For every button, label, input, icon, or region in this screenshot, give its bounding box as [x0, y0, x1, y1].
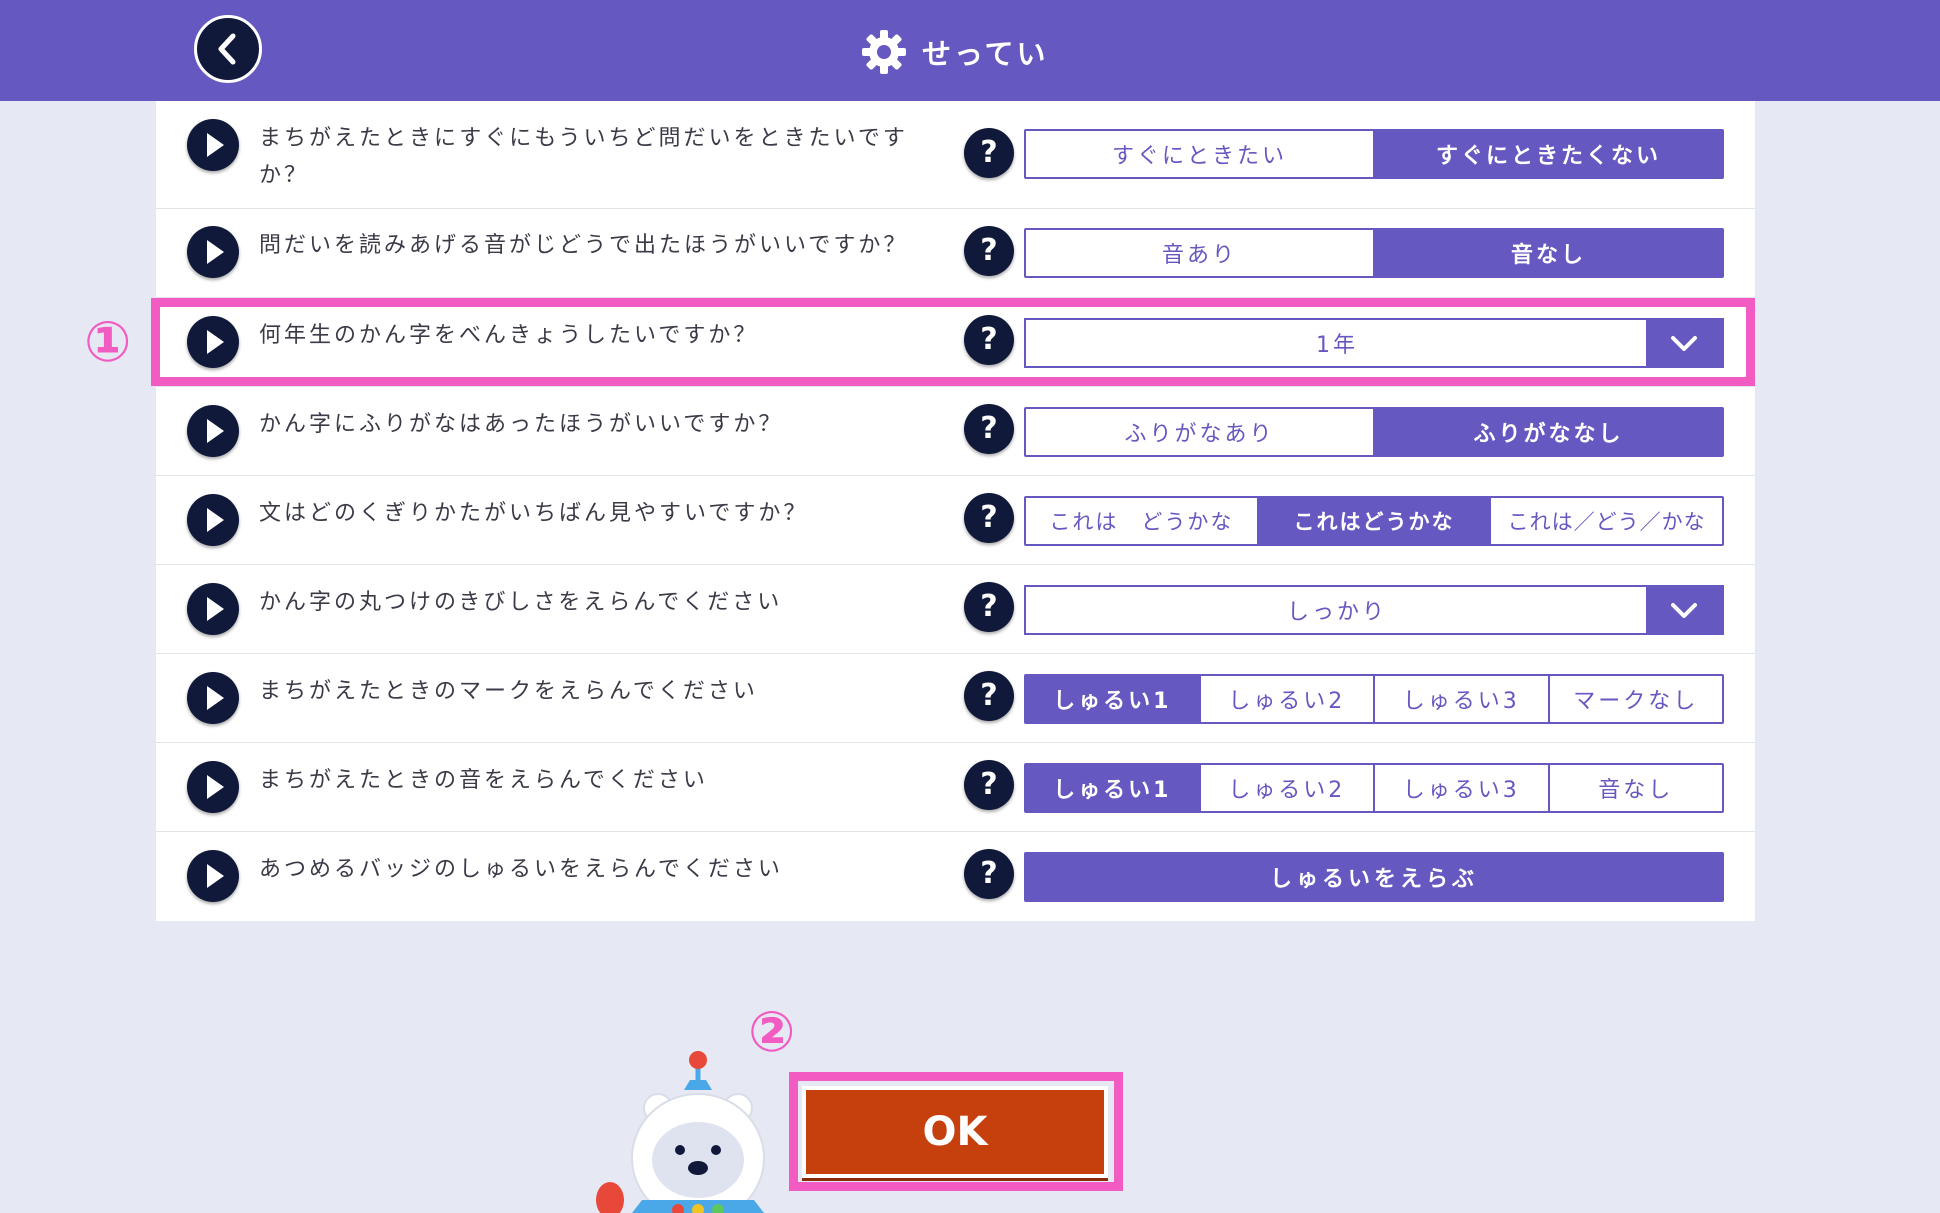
page-title: せってい	[922, 37, 1049, 71]
settings-row: かん字にふりがなはあったほうがいいですか？ ? ふりがなあり ふりがななし	[156, 387, 1755, 476]
play-audio-button[interactable]	[187, 672, 239, 724]
settings-row: 文はどのくぎりかたがいちばん見やすいですか？ ? これは どうかな これはどうか…	[156, 476, 1755, 565]
question-text: あつめるバッジのしゅるいをえらんでください	[259, 857, 783, 882]
back-arrow-icon	[218, 33, 236, 65]
option-slash-separated[interactable]: これは／どう／かな	[1489, 498, 1722, 544]
option-mark-type-3[interactable]: しゅるい3	[1373, 676, 1548, 722]
settings-row: まちがえたときの音をえらんでください ? しゅるい1 しゅるい2 しゅるい3 音…	[156, 743, 1755, 832]
question-text: まちがえたときの音をえらんでください	[259, 768, 708, 793]
play-audio-button[interactable]	[187, 405, 239, 457]
grade-dropdown-value: 1年	[1316, 333, 1358, 358]
option-no-mark[interactable]: マークなし	[1547, 676, 1723, 722]
auto-audio-selector: 音あり 音なし	[1024, 228, 1724, 278]
option-sound-type-1[interactable]: しゅるい1	[1026, 765, 1199, 811]
option-no-separator[interactable]: これはどうかな	[1256, 498, 1490, 544]
play-icon	[207, 133, 224, 157]
play-audio-button[interactable]	[187, 583, 239, 635]
option-sound-on[interactable]: 音あり	[1026, 230, 1373, 276]
play-audio-button[interactable]	[187, 494, 239, 546]
question-text: 何年生のかん字をべんきょうしたいですか？	[259, 323, 759, 348]
help-button[interactable]: ?	[964, 760, 1014, 810]
callout-number-1: ①	[84, 310, 132, 375]
grading-strictness-dropdown[interactable]: しっかり	[1024, 585, 1724, 635]
help-button[interactable]: ?	[964, 404, 1014, 454]
callout-number-2: ②	[748, 1000, 796, 1065]
option-furigana-off[interactable]: ふりがななし	[1373, 409, 1722, 455]
play-audio-button[interactable]	[187, 316, 239, 368]
play-icon	[207, 330, 224, 354]
help-button[interactable]: ?	[964, 582, 1014, 632]
play-icon	[207, 686, 224, 710]
question-text: 問だいを読みあげる音がじどうで出たほうがいいですか？	[259, 233, 909, 258]
settings-panel: まちがえたときにすぐにもういちど問だいをときたいですか？ ? すぐにときたい す…	[156, 101, 1755, 921]
option-mark-type-2[interactable]: しゅるい2	[1198, 676, 1374, 722]
question-text: まちがえたときにすぐにもういちど問だいをときたいですか？	[259, 126, 908, 188]
play-audio-button[interactable]	[187, 226, 239, 278]
mistake-mark-selector: しゅるい1 しゅるい2 しゅるい3 マークなし	[1024, 674, 1724, 724]
robot-bear-mascot-icon	[596, 1051, 765, 1213]
play-audio-button[interactable]	[187, 119, 239, 171]
question-text: かん字にふりがなはあったほうがいいですか？	[259, 412, 784, 437]
play-icon	[207, 864, 224, 888]
gear-icon	[862, 30, 906, 74]
play-icon	[207, 775, 224, 799]
page-title-group: せってい	[860, 26, 1049, 78]
option-no-sound[interactable]: 音なし	[1547, 765, 1723, 811]
settings-row: まちがえたときのマークをえらんでください ? しゅるい1 しゅるい2 しゅるい3…	[156, 654, 1755, 743]
help-button[interactable]: ?	[964, 315, 1014, 365]
settings-row: 何年生のかん字をべんきょうしたいですか？ ? 1年	[156, 298, 1755, 387]
mistake-sound-selector: しゅるい1 しゅるい2 しゅるい3 音なし	[1024, 763, 1724, 813]
settings-row: あつめるバッジのしゅるいをえらんでください ? しゅるいをえらぶ	[156, 832, 1755, 921]
help-button[interactable]: ?	[964, 226, 1014, 276]
question-text: かん字の丸つけのきびしさをえらんでください	[259, 590, 783, 615]
option-space-separated[interactable]: これは どうかな	[1026, 498, 1257, 544]
spacing-selector: これは どうかな これはどうかな これは／どう／かな	[1024, 496, 1724, 546]
option-mark-type-1[interactable]: しゅるい1	[1026, 676, 1199, 722]
option-sound-type-2[interactable]: しゅるい2	[1198, 765, 1374, 811]
header-bar: せってい	[0, 0, 1940, 101]
settings-row: 問だいを読みあげる音がじどうで出たほうがいいですか？ ? 音あり 音なし	[156, 209, 1755, 298]
help-button[interactable]: ?	[964, 493, 1014, 543]
choose-badge-button[interactable]: しゅるいをえらぶ	[1024, 852, 1724, 902]
settings-row: まちがえたときにすぐにもういちど問だいをときたいですか？ ? すぐにときたい す…	[156, 101, 1755, 209]
help-button[interactable]: ?	[964, 128, 1014, 178]
play-audio-button[interactable]	[187, 850, 239, 902]
option-retry-now[interactable]: すぐにときたい	[1026, 131, 1373, 177]
play-audio-button[interactable]	[187, 761, 239, 813]
dropdown-arrow[interactable]	[1646, 320, 1722, 366]
furigana-selector: ふりがなあり ふりがななし	[1024, 407, 1724, 457]
play-icon	[207, 597, 224, 621]
chevron-down-icon	[1671, 603, 1697, 618]
retry-option-selector: すぐにときたい すぐにときたくない	[1024, 129, 1724, 179]
play-icon	[207, 419, 224, 443]
back-button[interactable]	[194, 15, 262, 83]
ok-button[interactable]: OK	[802, 1086, 1108, 1178]
option-no-retry[interactable]: すぐにときたくない	[1373, 131, 1722, 177]
chevron-down-icon	[1671, 336, 1697, 351]
help-button[interactable]: ?	[964, 849, 1014, 899]
play-icon	[207, 240, 224, 264]
question-text: まちがえたときのマークをえらんでください	[259, 679, 758, 704]
option-furigana-on[interactable]: ふりがなあり	[1026, 409, 1373, 455]
help-button[interactable]: ?	[964, 671, 1014, 721]
grade-dropdown[interactable]: 1年	[1024, 318, 1724, 368]
option-sound-type-3[interactable]: しゅるい3	[1373, 765, 1548, 811]
option-sound-off[interactable]: 音なし	[1373, 230, 1722, 276]
question-text: 文はどのくぎりかたがいちばん見やすいですか？	[259, 501, 809, 526]
settings-row: かん字の丸つけのきびしさをえらんでください ? しっかり	[156, 565, 1755, 654]
dropdown-arrow[interactable]	[1646, 587, 1722, 633]
strictness-dropdown-value: しっかり	[1286, 600, 1387, 625]
play-icon	[207, 508, 224, 532]
